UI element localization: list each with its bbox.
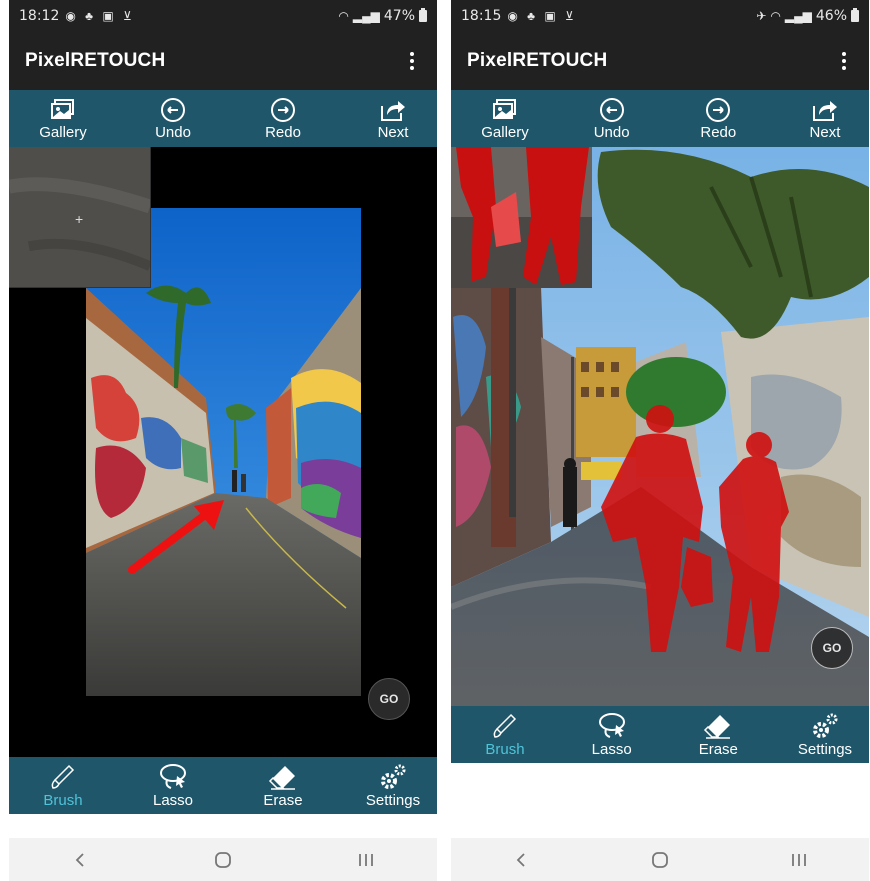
overflow-menu-icon[interactable]: [835, 49, 853, 73]
undo-icon: [161, 97, 185, 122]
gallery-icon: [493, 98, 516, 119]
top-toolbar: Gallery Undo Redo Next: [451, 90, 869, 147]
undo-button[interactable]: Undo: [143, 97, 203, 141]
erase-label: Erase: [698, 741, 738, 758]
home-button[interactable]: [203, 845, 243, 875]
erase-icon: [268, 766, 295, 790]
redo-button[interactable]: Redo: [688, 97, 748, 141]
go-button[interactable]: GO: [811, 627, 853, 669]
overflow-menu-icon[interactable]: [403, 49, 421, 73]
undo-icon: [599, 97, 624, 122]
redo-label: Redo: [700, 123, 737, 141]
image-canvas[interactable]: GO: [451, 147, 869, 706]
app-title: PixelRETOUCH: [467, 49, 608, 71]
next-label: Next: [377, 123, 409, 141]
gallery-label: Gallery: [481, 123, 529, 141]
phone-screen-left: 18:12 ◉ ♣ ▣ ⊻ ◠ ▂▄▆ 47% PixelRETOUCH Gal…: [9, 0, 437, 881]
back-icon: [76, 852, 84, 867]
redo-button[interactable]: Redo: [253, 97, 313, 141]
redo-icon: [271, 97, 295, 122]
lasso-tool-button[interactable]: Lasso: [143, 762, 203, 809]
recents-icon: [358, 853, 373, 866]
erase-label: Erase: [263, 792, 303, 809]
signal-icon: ▂▄▆: [784, 8, 812, 23]
settings-icon: [381, 764, 406, 789]
settings-tool-button[interactable]: Settings: [363, 762, 423, 809]
crosshair-icon: +: [75, 211, 84, 227]
brush-label: Brush: [43, 792, 83, 809]
home-button[interactable]: [640, 845, 680, 875]
gallery-label: Gallery: [39, 123, 87, 141]
image-canvas[interactable]: + GO: [9, 147, 437, 757]
gallery-button[interactable]: Gallery: [475, 97, 535, 141]
settings-icon: [812, 713, 838, 738]
wifi-icon: ◠: [770, 8, 781, 23]
status-right: ◠ ▂▄▆ 47%: [338, 7, 427, 24]
notification-icons: ◉ ♣ ▣ ⊻: [65, 8, 135, 23]
brush-icon: [51, 764, 75, 789]
redo-icon: [706, 97, 731, 122]
android-nav-bar: [451, 838, 869, 881]
status-bar: 18:15 ◉ ♣ ▣ ⊻ ✈ ◠ ▂▄▆ 46%: [451, 0, 869, 31]
signal-icon: ▂▄▆: [352, 8, 380, 23]
recents-icon: [792, 853, 807, 866]
battery-percent: 47%: [383, 7, 415, 24]
recents-button[interactable]: [779, 845, 819, 875]
bottom-toolbar: Brush Lasso Erase Settings: [9, 757, 437, 814]
next-icon: [812, 100, 837, 121]
bluetooth-icon: ✈: [756, 8, 767, 23]
brush-tool-button[interactable]: Brush: [475, 711, 535, 758]
battery-percent: 46%: [815, 7, 847, 24]
back-button[interactable]: [60, 845, 100, 875]
go-button[interactable]: GO: [368, 678, 410, 720]
status-time: 18:12: [19, 7, 60, 24]
lasso-icon: [160, 764, 186, 789]
app-bar: PixelRETOUCH: [9, 31, 437, 90]
brush-icon: [493, 713, 517, 738]
app-bar: PixelRETOUCH: [451, 31, 869, 90]
next-button[interactable]: Next: [795, 97, 855, 141]
status-bar: 18:12 ◉ ♣ ▣ ⊻ ◠ ▂▄▆ 47%: [9, 0, 437, 31]
status-time: 18:15: [461, 7, 502, 24]
next-button[interactable]: Next: [363, 97, 423, 141]
settings-label: Settings: [797, 741, 853, 758]
back-icon: [516, 852, 525, 867]
lasso-tool-button[interactable]: Lasso: [582, 711, 642, 758]
brush-tool-button[interactable]: Brush: [33, 762, 93, 809]
recents-button[interactable]: [346, 845, 386, 875]
magnifier-loupe: +: [9, 147, 151, 288]
red-arrow: [128, 500, 224, 574]
home-icon: [652, 851, 668, 868]
gallery-button[interactable]: Gallery: [33, 97, 93, 141]
brush-label: Brush: [485, 741, 525, 758]
erase-icon: [704, 715, 731, 739]
next-icon: [381, 100, 405, 121]
battery-icon: [851, 7, 859, 22]
settings-label: Settings: [365, 792, 421, 809]
undo-label: Undo: [593, 123, 630, 141]
home-icon: [215, 851, 231, 868]
back-button[interactable]: [501, 845, 541, 875]
battery-icon: [419, 7, 427, 22]
status-right: ✈ ◠ ▂▄▆ 46%: [756, 7, 859, 24]
undo-label: Undo: [155, 123, 191, 141]
top-toolbar: Gallery Undo Redo Next: [9, 90, 437, 147]
next-label: Next: [809, 123, 841, 141]
magnifier-loupe: [451, 147, 592, 288]
lasso-icon: [598, 713, 625, 738]
phone-screen-right: 18:15 ◉ ♣ ▣ ⊻ ✈ ◠ ▂▄▆ 46% PixelRETOUCH G…: [451, 0, 869, 881]
settings-tool-button[interactable]: Settings: [795, 711, 855, 758]
app-title: PixelRETOUCH: [25, 49, 166, 71]
android-nav-bar: [9, 838, 437, 881]
notification-icons: ◉ ♣ ▣ ⊻: [507, 8, 577, 23]
redo-label: Redo: [265, 123, 301, 141]
lasso-label: Lasso: [152, 792, 194, 809]
bottom-toolbar: Brush Lasso Erase Settings: [451, 706, 869, 763]
erase-tool-button[interactable]: Erase: [253, 762, 313, 809]
undo-button[interactable]: Undo: [582, 97, 642, 141]
erase-tool-button[interactable]: Erase: [688, 711, 748, 758]
gallery-icon: [51, 98, 74, 119]
wifi-icon: ◠: [338, 8, 349, 23]
lasso-label: Lasso: [591, 741, 632, 758]
